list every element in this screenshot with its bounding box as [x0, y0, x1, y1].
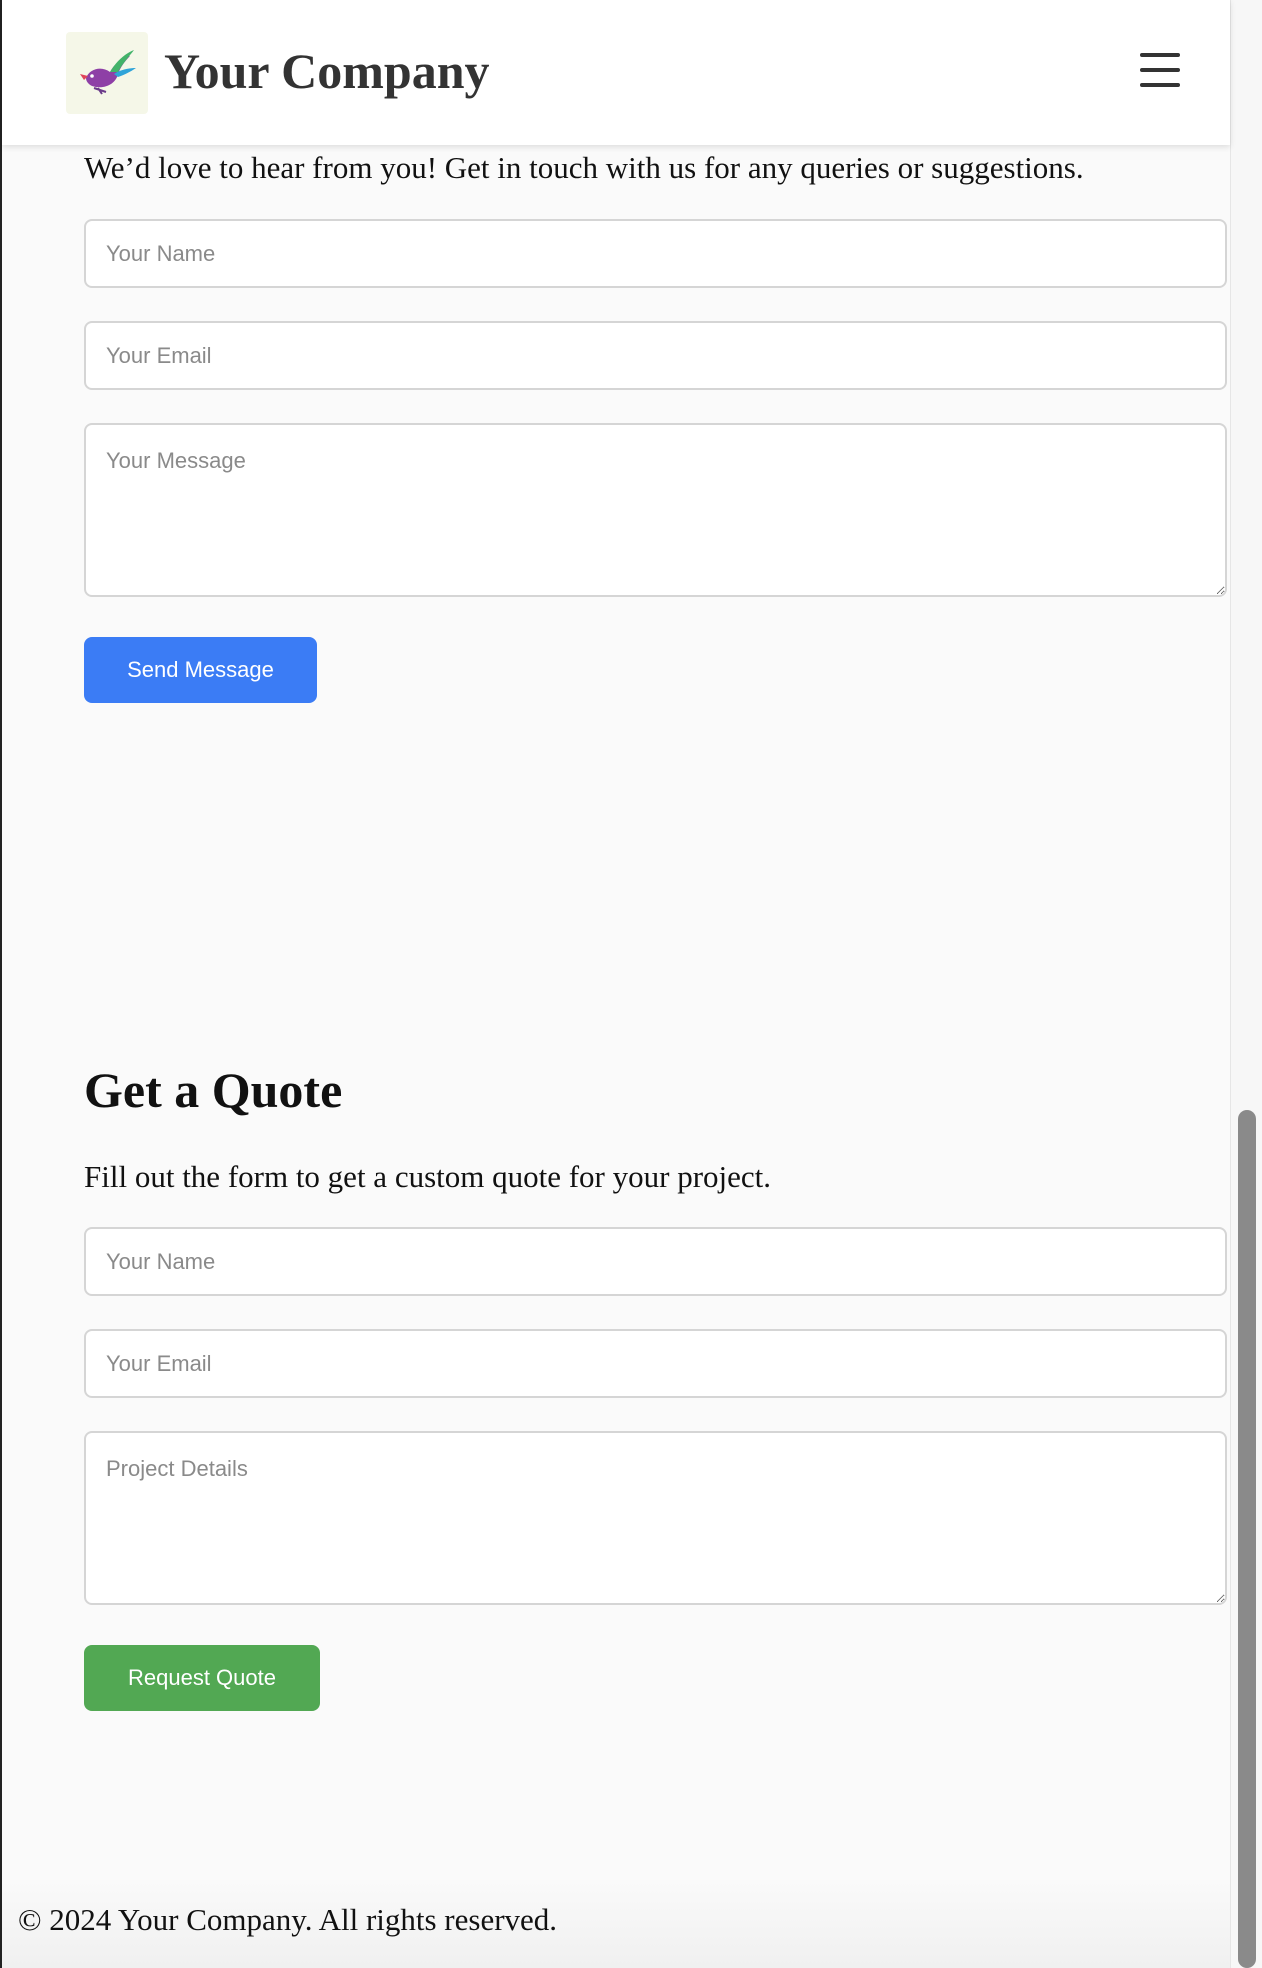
scrollbar-track[interactable]	[1230, 0, 1262, 1968]
scrollbar-thumb[interactable]	[1238, 1110, 1256, 1968]
request-quote-button[interactable]: Request Quote	[84, 1645, 320, 1711]
contact-message-textarea[interactable]	[84, 423, 1227, 597]
menu-bar	[1140, 83, 1180, 87]
quote-email-input[interactable]	[84, 1329, 1227, 1398]
site-header: Your Company	[2, 0, 1230, 145]
quote-name-input[interactable]	[84, 1227, 1227, 1296]
contact-email-input[interactable]	[84, 321, 1227, 390]
contact-intro: We’d love to hear from you! Get in touch…	[84, 150, 1084, 185]
contact-name-input[interactable]	[84, 219, 1227, 288]
brand-name[interactable]: Your Company	[164, 40, 490, 102]
bird-logo-icon	[80, 50, 136, 95]
company-logo[interactable]	[66, 32, 148, 114]
project-details-textarea[interactable]	[84, 1431, 1227, 1605]
quote-subtitle: Fill out the form to get a custom quote …	[84, 1159, 772, 1194]
quote-title: Get a Quote	[84, 1062, 343, 1118]
send-message-button[interactable]: Send Message	[84, 637, 317, 703]
menu-bar	[1140, 68, 1180, 72]
site-footer: © 2024 Your Company. All rights reserved…	[2, 1880, 1230, 1968]
menu-bar	[1140, 53, 1180, 57]
copyright-text: © 2024 Your Company. All rights reserved…	[18, 1902, 558, 1937]
page: We’d love to hear from you! Get in touch…	[0, 0, 1230, 1968]
hamburger-menu-icon[interactable]	[1132, 50, 1188, 92]
